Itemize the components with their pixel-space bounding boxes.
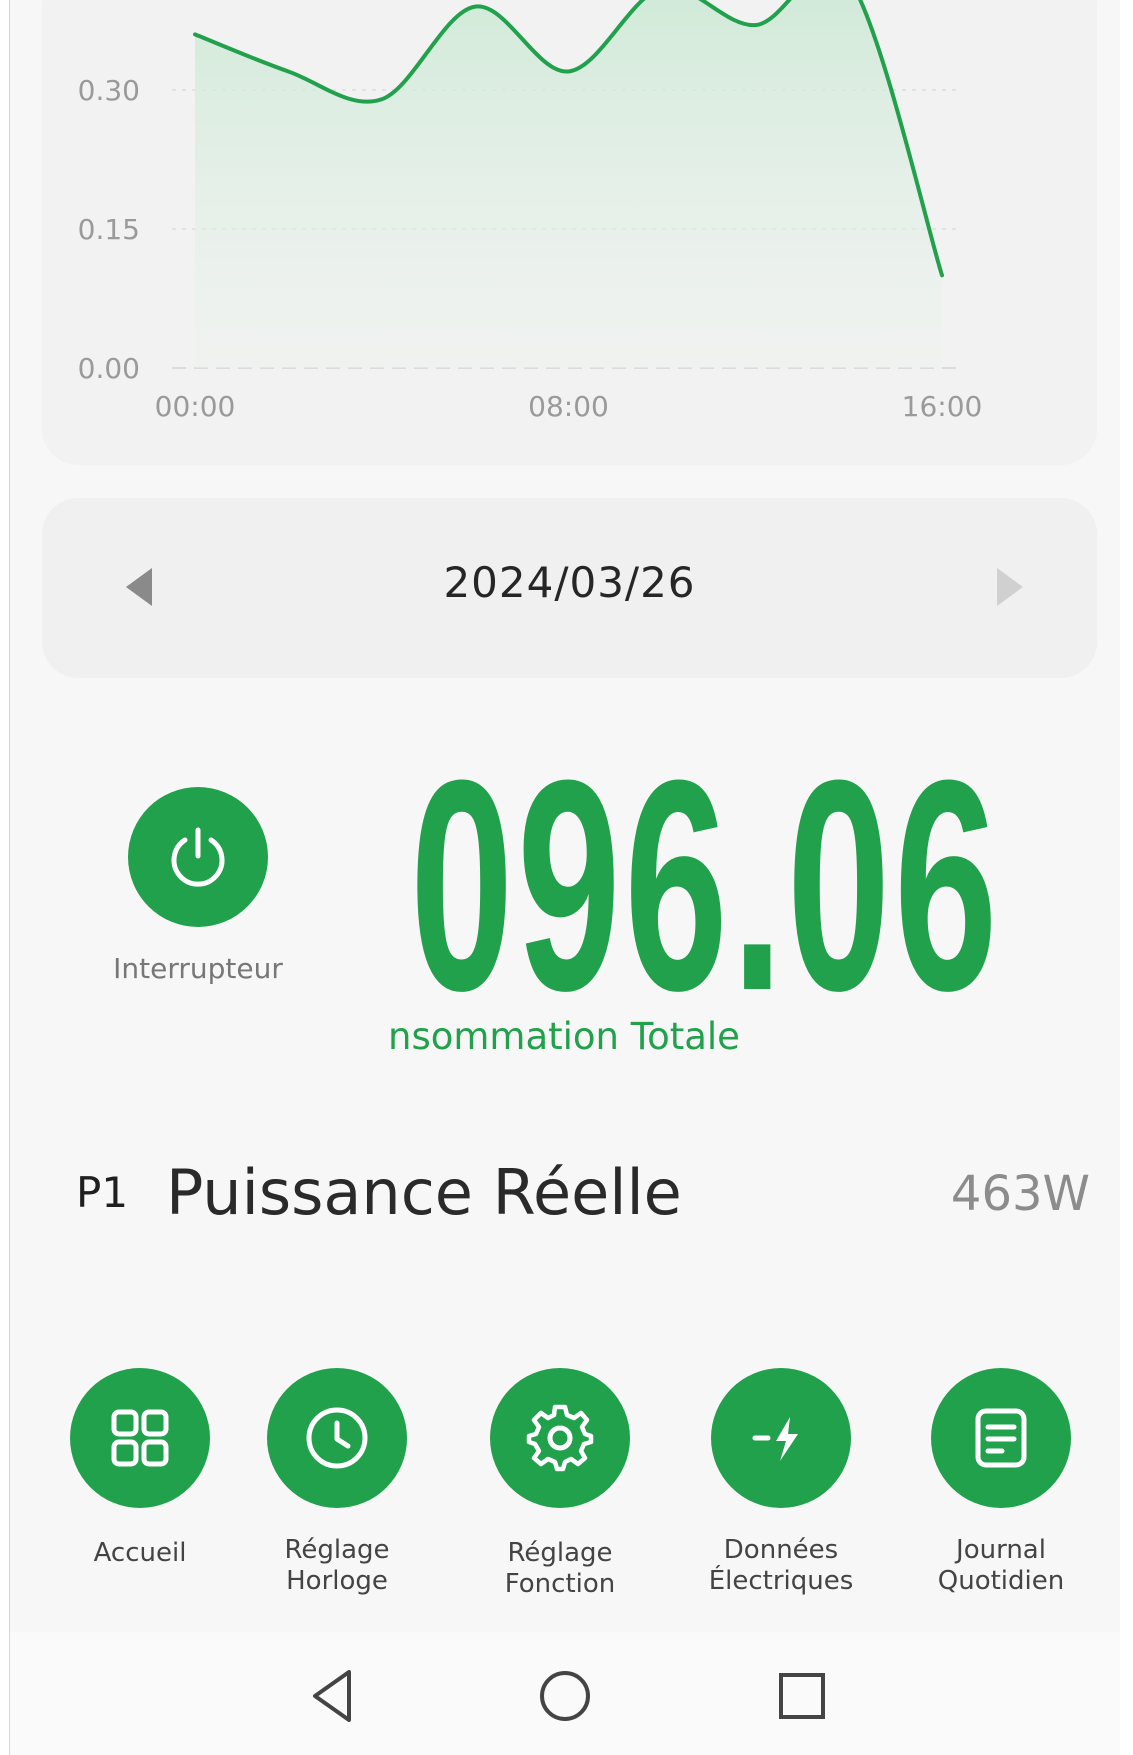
document-icon	[975, 1408, 1027, 1468]
system-navigation-bar	[10, 1632, 1120, 1755]
x-tick-label: 16:00	[902, 390, 983, 423]
total-consumption-label: nsommation Totale	[388, 1015, 740, 1058]
total-consumption-value: 096.06	[410, 717, 1002, 1000]
x-tick-label: 08:00	[528, 390, 609, 423]
series-area	[195, 0, 942, 368]
app-screen: 0.30 0.15 0.00 00:00 08:00 16:00 2024/03/26 …	[10, 0, 1120, 1755]
gear-icon	[526, 1404, 594, 1472]
nav-label-electric-data: Données Électriques	[708, 1535, 854, 1596]
nav-label-home: Accueil	[93, 1538, 187, 1568]
recents-icon[interactable]	[772, 1666, 832, 1726]
y-tick-label: 0.00	[78, 352, 140, 385]
x-axis-ticks: 00:00 08:00 16:00	[155, 390, 983, 423]
chart-card: 0.30 0.15 0.00 00:00 08:00 16:00	[42, 0, 1097, 465]
nav-button-daily-log[interactable]	[931, 1368, 1071, 1508]
nav-button-settings[interactable]	[490, 1368, 630, 1508]
triangle-right-icon[interactable]	[997, 568, 1023, 606]
back-icon[interactable]	[305, 1666, 365, 1726]
nav-button-electric-data[interactable]	[711, 1368, 851, 1508]
chart-area	[195, 0, 942, 368]
home-icon[interactable]	[535, 1666, 595, 1726]
consumption-display: 096.06	[10, 700, 1120, 1000]
nav-label-settings: Réglage Fonction	[504, 1538, 616, 1599]
nav-label-daily-log: Journal Quotidien	[937, 1535, 1065, 1596]
current-date: 2024/03/26	[443, 558, 696, 607]
real-power-label: Puissance Réelle	[166, 1156, 682, 1229]
nav-button-clock[interactable]	[267, 1368, 407, 1508]
y-axis-ticks: 0.30 0.15 0.00	[78, 74, 140, 385]
energy-chart: 0.30 0.15 0.00 00:00 08:00 16:00	[78, 0, 983, 423]
nav-label-clock: Réglage Horloge	[284, 1535, 390, 1596]
y-tick-label: 0.30	[78, 74, 140, 107]
grid-icon	[111, 1409, 169, 1467]
date-selector: 2024/03/26	[42, 498, 1097, 678]
nav-button-home[interactable]	[70, 1368, 210, 1508]
lightning-icon	[752, 1417, 798, 1461]
clock-icon	[306, 1407, 368, 1469]
y-tick-label: 0.15	[78, 213, 140, 246]
phase-tag: P1	[76, 1168, 129, 1217]
real-power-value: 463W	[950, 1166, 1090, 1222]
x-tick-label: 00:00	[155, 390, 236, 423]
